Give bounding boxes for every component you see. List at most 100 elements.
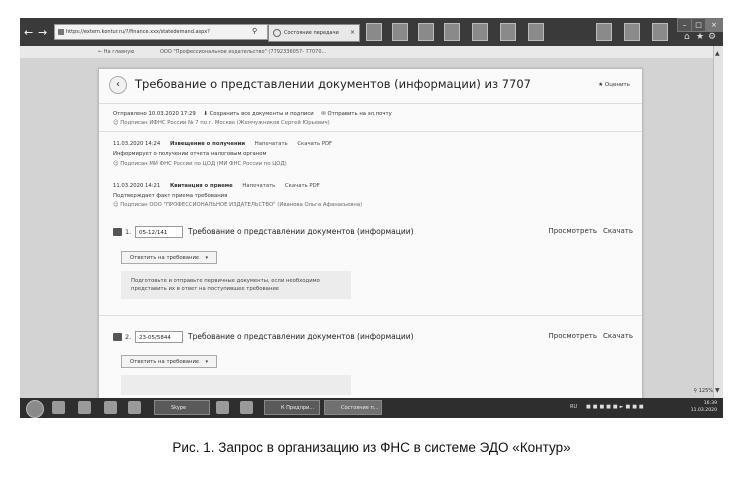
- rate-button[interactable]: ★ Оценить: [598, 82, 630, 88]
- download-pdf-link[interactable]: Скачать PDF: [297, 141, 332, 147]
- app-icon[interactable]: [52, 401, 65, 414]
- printer-icon[interactable]: [113, 333, 122, 341]
- browser-icon[interactable]: [216, 401, 229, 414]
- screenshot: ← → https://extern.kontur.ru/?/finance.x…: [20, 18, 723, 418]
- view-link[interactable]: Просмотреть: [549, 332, 597, 340]
- taskbar-item[interactable]: Состояние п...: [324, 400, 382, 415]
- document-row: 1. 05-12/141 Требование о представлении …: [113, 226, 633, 240]
- card-header: ‹ Требование о представлении документов …: [99, 69, 642, 103]
- app-icon[interactable]: [104, 401, 117, 414]
- gear-icon[interactable]: ⚙: [708, 32, 716, 42]
- zoom-level[interactable]: ⚲ 125%: [693, 388, 713, 394]
- desktop-app-icon: [418, 23, 434, 41]
- event-header: 11.03.2020 14:24 Извещение о получении Н…: [113, 141, 332, 147]
- signature-icon: ☺: [113, 161, 119, 167]
- event-datetime: 11.03.2020 14:24: [113, 141, 161, 147]
- back-button[interactable]: ‹: [109, 76, 127, 94]
- chevron-up-icon[interactable]: ▲: [715, 50, 720, 57]
- desktop-app-icon: [652, 23, 668, 41]
- figure-caption: Рис. 1. Запрос в организацию из ФНС в си…: [172, 440, 571, 455]
- event-datetime: 11.03.2020 14:21: [113, 183, 161, 189]
- download-link[interactable]: Скачать: [603, 227, 633, 235]
- download-pdf-link[interactable]: Скачать PDF: [285, 183, 320, 189]
- document-title: Требование о представлении документов (и…: [188, 227, 414, 236]
- desktop-app-icon: [500, 23, 516, 41]
- desktop-app-icon: [472, 23, 488, 41]
- save-all-link[interactable]: Сохранить все документы и подписи: [210, 111, 314, 117]
- print-link[interactable]: Напечатать: [255, 141, 288, 147]
- event-name: Квитанция о приеме: [169, 183, 233, 189]
- vertical-scrollbar[interactable]: ▲ ▼: [713, 46, 723, 398]
- taskbar-item[interactable]: К Предпри...: [264, 400, 320, 415]
- clock-date: 11.03.2020: [690, 408, 717, 413]
- home-link[interactable]: ← На главную: [98, 46, 134, 58]
- send-email-link[interactable]: Отправить на эл.почту: [328, 111, 392, 117]
- clock[interactable]: 16:39 11.03.2020: [691, 400, 717, 414]
- site-subheader: ← На главную ООО "Профессиональное издат…: [20, 46, 723, 58]
- app-icon[interactable]: [128, 401, 141, 414]
- maximize-icon[interactable]: □: [691, 18, 706, 32]
- tray-icons[interactable]: ■■■■■►■■■: [586, 404, 646, 410]
- chevron-down-icon: ▾: [205, 255, 208, 261]
- event-header: 11.03.2020 14:21 Квитанция о приеме Напе…: [113, 183, 320, 189]
- document-number-field[interactable]: 23-05/5844: [135, 331, 183, 343]
- desktop-app-icon: [366, 23, 382, 41]
- chevron-down-icon[interactable]: ▼: [715, 387, 720, 394]
- document-number-field[interactable]: 05-12/141: [135, 226, 183, 238]
- search-icon[interactable]: ⚲: [252, 24, 257, 38]
- event-desc: Подтверждает факт приема требования: [113, 193, 228, 199]
- desktop-app-icon: [392, 23, 408, 41]
- page-title: Требование о представлении документов (и…: [135, 77, 531, 91]
- sent-signed-text: Подписан ИФНС России № 7 по г. Москве (Ж…: [120, 120, 330, 126]
- sent-line: Отправлено 10.03.2020 17:29 ⬇ Сохранить …: [113, 111, 392, 117]
- app-icon[interactable]: [240, 401, 253, 414]
- org-breadcrumb[interactable]: ООО "Профессиональное издательство" (779…: [160, 46, 326, 58]
- reply-dropdown-label: Ответить на требование: [130, 359, 200, 365]
- divider: [99, 315, 642, 316]
- language-indicator[interactable]: RU: [570, 404, 577, 410]
- forward-arrow-icon[interactable]: →: [38, 26, 47, 39]
- sent-datetime: Отправлено 10.03.2020 17:29: [113, 111, 196, 117]
- address-bar[interactable]: https://extern.kontur.ru/?/finance.xxx/s…: [54, 24, 268, 40]
- chevron-down-icon: ▾: [205, 359, 208, 365]
- desktop-app-icon: [596, 23, 612, 41]
- event-signed: ☺ Подписан МИ ФНС России по ЦОД (МИ ФНС …: [113, 161, 287, 167]
- document-title: Требование о представлении документов (и…: [188, 332, 414, 341]
- document-index: 1.: [125, 228, 132, 236]
- reply-dropdown-button[interactable]: Ответить на требование ▾: [121, 355, 217, 368]
- desktop-app-icon: [528, 23, 544, 41]
- back-arrow-icon[interactable]: ←: [24, 26, 33, 39]
- document-index: 2.: [125, 333, 132, 341]
- url-text: https://extern.kontur.ru/?/finance.xxx/s…: [66, 29, 210, 35]
- email-icon: ✉: [321, 111, 326, 117]
- desktop-app-icon: [624, 23, 640, 41]
- taskbar: Skype К Предпри... Состояние п... RU ■■■…: [20, 398, 723, 418]
- browser-tab[interactable]: Состояние передачи ×: [268, 24, 360, 42]
- info-box: Подготовьте и отправьте первичные докуме…: [121, 271, 351, 299]
- page-content: ‹ Требование о представлении документов …: [20, 58, 723, 415]
- print-link[interactable]: Напечатать: [242, 183, 275, 189]
- minimize-icon[interactable]: –: [677, 18, 692, 32]
- view-link[interactable]: Просмотреть: [549, 227, 597, 235]
- reply-dropdown-button[interactable]: Ответить на требование ▾: [121, 251, 217, 264]
- folder-icon[interactable]: [78, 401, 91, 414]
- event-signed: ☺ Подписан ООО "ПРОФЕССИОНАЛЬНОЕ ИЗДАТЕЛ…: [113, 202, 362, 208]
- star-icon[interactable]: ★: [696, 32, 704, 42]
- document-row: 2. 23-05/5844 Требование о представлении…: [113, 331, 633, 345]
- divider: [99, 103, 642, 104]
- zoom-value: 125%: [698, 388, 713, 394]
- tab-close-icon[interactable]: ×: [350, 25, 355, 41]
- tab-title: Состояние передачи: [284, 30, 339, 36]
- download-link[interactable]: Скачать: [603, 332, 633, 340]
- event-signed-text: Подписан ООО "ПРОФЕССИОНАЛЬНОЕ ИЗДАТЕЛЬС…: [120, 202, 363, 208]
- close-window-icon[interactable]: ×: [705, 18, 723, 32]
- taskbar-item[interactable]: Skype: [154, 400, 210, 415]
- desktop-app-icon: [444, 23, 460, 41]
- start-button[interactable]: [26, 400, 44, 418]
- download-icon: ⬇: [203, 111, 208, 117]
- sent-signed: ☺ Подписан ИФНС России № 7 по г. Москве …: [113, 120, 330, 126]
- home-icon[interactable]: ⌂: [684, 32, 690, 42]
- divider: [99, 131, 642, 132]
- tab-icon: [273, 28, 281, 37]
- printer-icon[interactable]: [113, 228, 122, 236]
